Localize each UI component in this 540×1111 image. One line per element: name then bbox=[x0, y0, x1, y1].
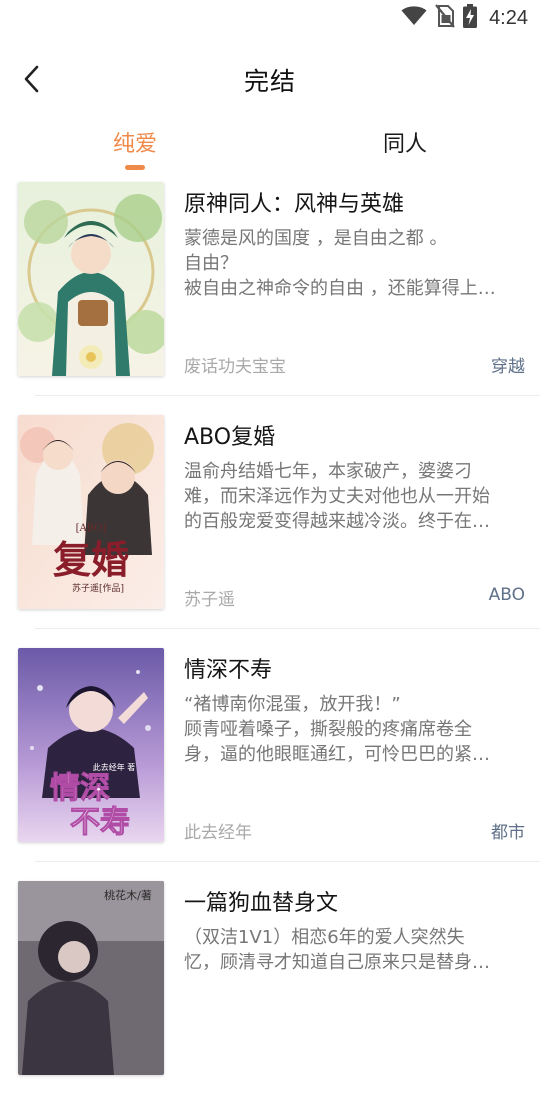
wifi-icon bbox=[401, 6, 427, 30]
description-line: 身，逼的他眼眶通红，可怜巴巴的紧… bbox=[184, 744, 490, 765]
cover-sub-text: 苏子遥[作品] bbox=[72, 582, 124, 594]
tab-chunai[interactable]: 纯爱 bbox=[75, 126, 195, 158]
description-line: “褚博南你混蛋，放开我！” bbox=[184, 694, 401, 715]
book-author: 废话功夫宝宝 bbox=[184, 357, 286, 377]
divider bbox=[35, 395, 540, 396]
description-line: 被自由之神命令的自由 ，还能算得上… bbox=[184, 278, 496, 299]
divider bbox=[35, 861, 540, 862]
book-cover: 此去经年 著 情深 不寿 bbox=[18, 648, 164, 842]
book-title: 原神同人：风神与英雄 bbox=[184, 192, 405, 217]
book-description: “褚博南你混蛋，放开我！” 顾青哑着嗓子，撕裂般的疼痛席卷全 身，逼的他眼眶通红… bbox=[184, 692, 524, 767]
book-cover: 桃花木/著 bbox=[18, 881, 164, 1075]
status-bar: 4:24 bbox=[0, 0, 540, 36]
description-line: （双洁1V1）相恋6年的爱人突然失 bbox=[184, 927, 465, 948]
cover-top-text: [ABO] bbox=[76, 523, 107, 534]
book-item[interactable]: 桃花木/著 一篇狗血替身文 （双洁1V1）相恋6年的爱人突然失 忆，顾清寻才知道… bbox=[0, 879, 540, 1111]
cover-main-text: 不寿 bbox=[70, 805, 130, 840]
book-cover bbox=[18, 182, 164, 376]
book-title: ABO复婚 bbox=[184, 425, 276, 450]
description-line: 的百般宠爱变得越来越冷淡。终于在… bbox=[184, 511, 490, 532]
status-icons: 4:24 bbox=[393, 4, 528, 32]
page-title: 完结 bbox=[243, 67, 296, 96]
description-line: 自由？ bbox=[184, 253, 238, 274]
description-line: 蒙德是风的国度 ，是自由之都 。 bbox=[184, 228, 448, 249]
book-author: 苏子遥 bbox=[184, 590, 235, 610]
book-item[interactable]: 原神同人：风神与英雄 蒙德是风的国度 ，是自由之都 。 自由？ 被自由之神命令的… bbox=[0, 180, 540, 412]
header: 完结 bbox=[0, 52, 540, 110]
description-line: 忆，顾清寻才知道自己原来只是替身… bbox=[184, 952, 490, 973]
book-title: 一篇狗血替身文 bbox=[184, 891, 339, 916]
cover-top-text: 桃花木/著 bbox=[104, 888, 152, 902]
book-title: 情深不寿 bbox=[184, 658, 273, 683]
category-tabs: 纯爱 同人 bbox=[0, 120, 540, 176]
book-description: 蒙德是风的国度 ，是自由之都 。 自由？ 被自由之神命令的自由 ，还能算得上… bbox=[184, 226, 524, 301]
description-line: 顾青哑着嗓子，撕裂般的疼痛席卷全 bbox=[184, 719, 472, 740]
no-sim-icon bbox=[435, 4, 455, 32]
book-item[interactable]: 此去经年 著 情深 不寿 情深不寿 “褚博南你混蛋，放开我！” 顾青哑着嗓子，撕… bbox=[0, 646, 540, 878]
book-cover: [ABO] 复婚 苏子遥[作品] bbox=[18, 415, 164, 609]
cover-main-text: 情深 bbox=[50, 771, 110, 806]
tab-active-indicator bbox=[125, 165, 145, 170]
status-time: 4:24 bbox=[489, 6, 528, 29]
book-genre-tag: 穿越 bbox=[491, 357, 525, 377]
battery-charging-icon bbox=[463, 4, 478, 32]
description-line: 难，而宋泽远作为丈夫对他也从一开始 bbox=[184, 486, 490, 507]
book-description: （双洁1V1）相恋6年的爱人突然失 忆，顾清寻才知道自己原来只是替身… bbox=[184, 925, 524, 975]
book-genre-tag: 都市 bbox=[491, 823, 525, 843]
divider bbox=[35, 628, 540, 629]
tab-tongren[interactable]: 同人 bbox=[345, 126, 465, 158]
book-genre-tag: ABO bbox=[488, 585, 525, 605]
book-description: 温俞舟结婚七年，本家破产，婆婆刁 难，而宋泽远作为丈夫对他也从一开始 的百般宠爱… bbox=[184, 459, 524, 534]
cover-main-text: 复婚 bbox=[53, 537, 129, 582]
book-item[interactable]: [ABO] 复婚 苏子遥[作品] ABO复婚 温俞舟结婚七年，本家破产，婆婆刁 … bbox=[0, 413, 540, 645]
description-line: 温俞舟结婚七年，本家破产，婆婆刁 bbox=[184, 461, 472, 482]
book-author: 此去经年 bbox=[184, 823, 252, 843]
